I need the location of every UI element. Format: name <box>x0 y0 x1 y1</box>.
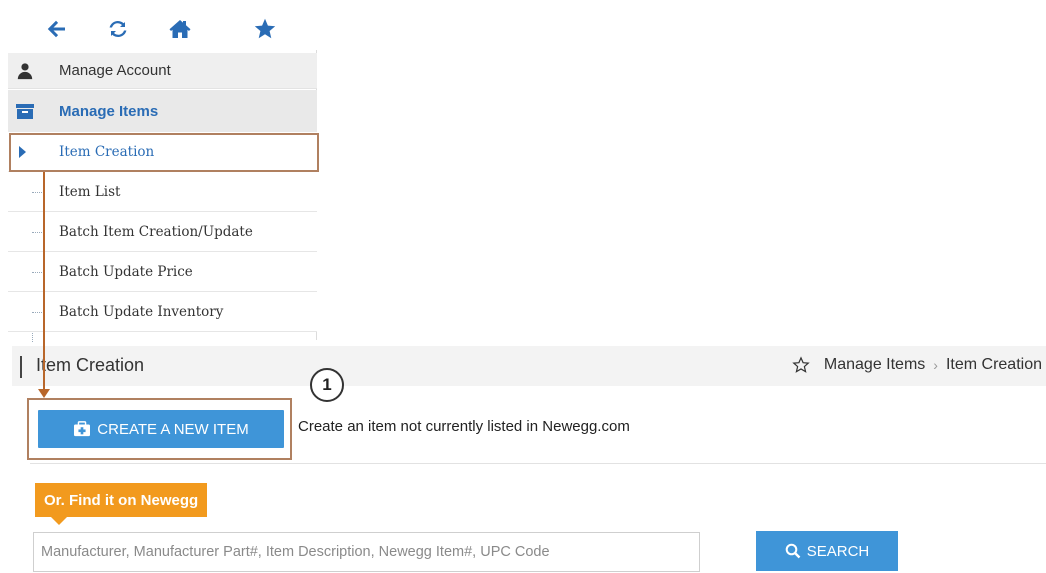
section-divider <box>30 463 1046 464</box>
medkit-icon <box>74 421 91 437</box>
sidebar-item-batch-update-price[interactable]: Batch Update Price <box>8 252 317 292</box>
sidebar-item-label: Manage Account <box>59 62 171 79</box>
favorite-star-icon[interactable] <box>792 356 810 374</box>
sidebar-item-batch-update-inventory[interactable]: Batch Update Inventory <box>8 292 317 332</box>
sidebar-item-label: Manage Items <box>59 102 159 120</box>
sidebar-toolbar <box>8 10 317 50</box>
home-icon[interactable] <box>165 14 195 44</box>
user-icon <box>14 60 36 82</box>
create-description: Create an item not currently listed in N… <box>298 418 630 435</box>
breadcrumb-link-manage-items[interactable]: Manage Items <box>824 356 925 374</box>
find-on-newegg-tag: Or. Find it on Newegg <box>35 483 208 525</box>
sidebar: Manage Account Manage Items Item Creatio… <box>8 10 317 342</box>
sidebar-item-manage-account[interactable]: Manage Account <box>8 53 317 89</box>
archive-box-icon <box>14 100 36 122</box>
breadcrumb: Manage Items › Item Creation <box>792 356 1042 374</box>
refresh-icon[interactable] <box>103 14 133 44</box>
search-input[interactable] <box>33 532 700 572</box>
breadcrumb-separator: › <box>933 357 938 373</box>
header-bar <box>20 356 22 378</box>
sidebar-item-label: Batch Item Creation/Update <box>59 223 253 240</box>
annotation-arrowhead <box>38 389 50 398</box>
sidebar-item-label: Batch Update Price <box>59 263 193 280</box>
sidebar-item-manage-items[interactable]: Manage Items <box>8 90 317 132</box>
step-badge: 1 <box>310 368 344 402</box>
item-creation-highlight <box>9 133 319 172</box>
breadcrumb-current: Item Creation <box>945 356 1042 373</box>
page-title: Item Creation <box>36 355 145 375</box>
sidebar-item-label: Batch Update Inventory <box>59 303 224 320</box>
sidebar-item-batch-item-creation[interactable]: Batch Item Creation/Update <box>8 212 317 252</box>
page-header: Item Creation Manage Items › Item Creati… <box>12 346 1046 386</box>
star-icon[interactable] <box>250 14 280 44</box>
sidebar-item-item-list[interactable]: Item List <box>8 172 317 212</box>
search-button[interactable]: SEARCH <box>756 531 898 571</box>
sidebar-item-label: Item List <box>59 183 121 200</box>
annotation-connector <box>43 172 45 392</box>
create-button-label: CREATE A NEW ITEM <box>97 420 249 438</box>
back-arrow-icon[interactable] <box>42 14 72 44</box>
search-icon <box>785 543 801 559</box>
search-button-label: SEARCH <box>806 542 870 560</box>
create-new-item-button[interactable]: CREATE A NEW ITEM <box>38 410 284 448</box>
